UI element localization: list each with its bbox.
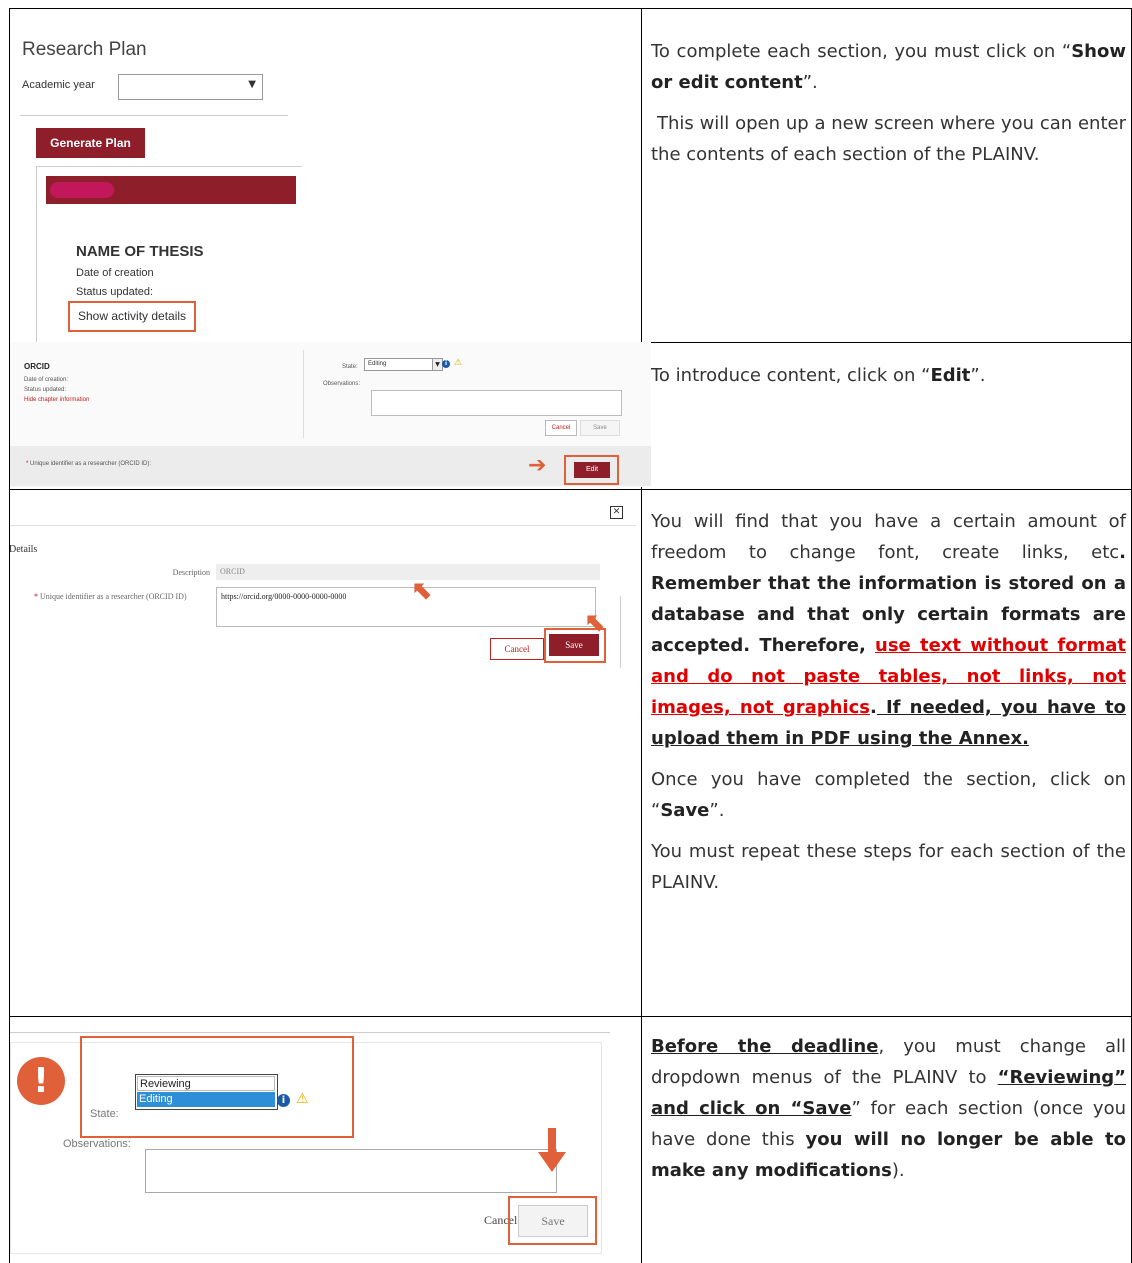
instruction-show-edit: To complete each section, you must click… [651,41,1126,93]
chapter-date-creation: Date of creation: [24,377,69,383]
thesis-name: NAME OF THESIS [76,243,204,260]
instruction-cell-1: To complete each section, you must click… [651,36,1126,180]
table-row-divider-2 [9,489,1132,490]
info-icon[interactable]: i [442,360,450,368]
panel-divider [10,1032,610,1033]
instruction-repeat: You must repeat these steps for each sec… [651,841,1126,893]
orcid-field-label: * Unique identifier as a researcher (ORC… [34,592,187,601]
option-editing[interactable]: Editing [137,1092,275,1107]
state-select[interactable]: Editing [364,358,437,371]
generate-plan-button[interactable]: Generate Plan [36,128,145,158]
save-button[interactable]: Save [518,1205,588,1237]
instruction-cell-3: You will find that you have a certain am… [651,506,1126,908]
arrow-down-icon [538,1128,566,1172]
instruction-formats: You will find that you have a certain am… [651,511,1126,749]
observations-input[interactable] [371,390,622,416]
instruction-deadline: Before the deadline, you must change all… [651,1036,1127,1181]
state-label: State: [90,1108,119,1120]
table-divider-middle [641,8,642,1263]
warning-icon: ⚠ [296,1091,309,1107]
chapter-separator [303,350,304,438]
instruction-save: Once you have completed the section, cli… [651,769,1126,821]
observations-label: Observations: [63,1138,131,1150]
orcid-field-label: * Unique identifier as a researcher (ORC… [26,461,152,467]
save-button[interactable]: Save [580,420,620,436]
info-icon[interactable]: i [277,1094,290,1107]
date-of-creation: Date of creation [76,267,154,279]
research-plan-screenshot: Research Plan Academic year ▼ Generate P… [10,9,641,343]
observations-label: Observations: [323,381,361,387]
close-icon[interactable]: ✕ [610,506,623,519]
chapter-title: ORCID [24,362,50,371]
chevron-down-icon: ▼ [248,79,256,90]
instruction-cell-2: To introduce content, click on “Edit”. [651,360,1126,401]
chapter-status-updated: Status updated: [24,387,67,393]
academic-year-label: Academic year [22,79,95,91]
hide-chapter-link[interactable]: Hide chapter information [24,397,89,403]
instruction-new-screen: This will open up a new screen where you… [651,113,1126,165]
dialog-edge [620,596,621,668]
research-plan-title: Research Plan [22,39,147,60]
arrow-right-icon: ➔ [528,453,547,478]
option-reviewing[interactable]: Reviewing [137,1076,275,1091]
status-updated: Status updated: [76,286,154,298]
dialog-divider [10,525,636,526]
cancel-button[interactable]: Cancel [545,420,577,436]
arrow-down-left-icon: ⬉ [412,576,434,606]
cancel-button[interactable]: Cancel [490,638,544,660]
warning-icon: ⚠ [454,358,463,368]
details-title: Details [9,544,38,555]
table-row-divider-3 [9,1016,1132,1017]
state-label: State: [342,364,358,370]
orcid-input[interactable]: https://orcid.org/0000-0000-0000-0000 [216,587,596,627]
show-activity-details-link[interactable]: Show activity details [68,301,197,332]
save-button[interactable]: Save [549,634,599,656]
exclamation-icon: ! [17,1057,65,1105]
observations-input[interactable] [145,1149,557,1193]
instruction-cell-4: Before the deadline, you must change all… [651,1031,1126,1196]
redacted-label [50,182,114,198]
edit-button[interactable]: Edit [574,462,610,478]
instruction-edit: To introduce content, click on “Edit”. [651,365,986,386]
divider [20,115,288,116]
description-label: Description [172,568,210,577]
description-value: ORCID [216,564,600,580]
academic-year-select[interactable]: ▼ [118,74,263,100]
